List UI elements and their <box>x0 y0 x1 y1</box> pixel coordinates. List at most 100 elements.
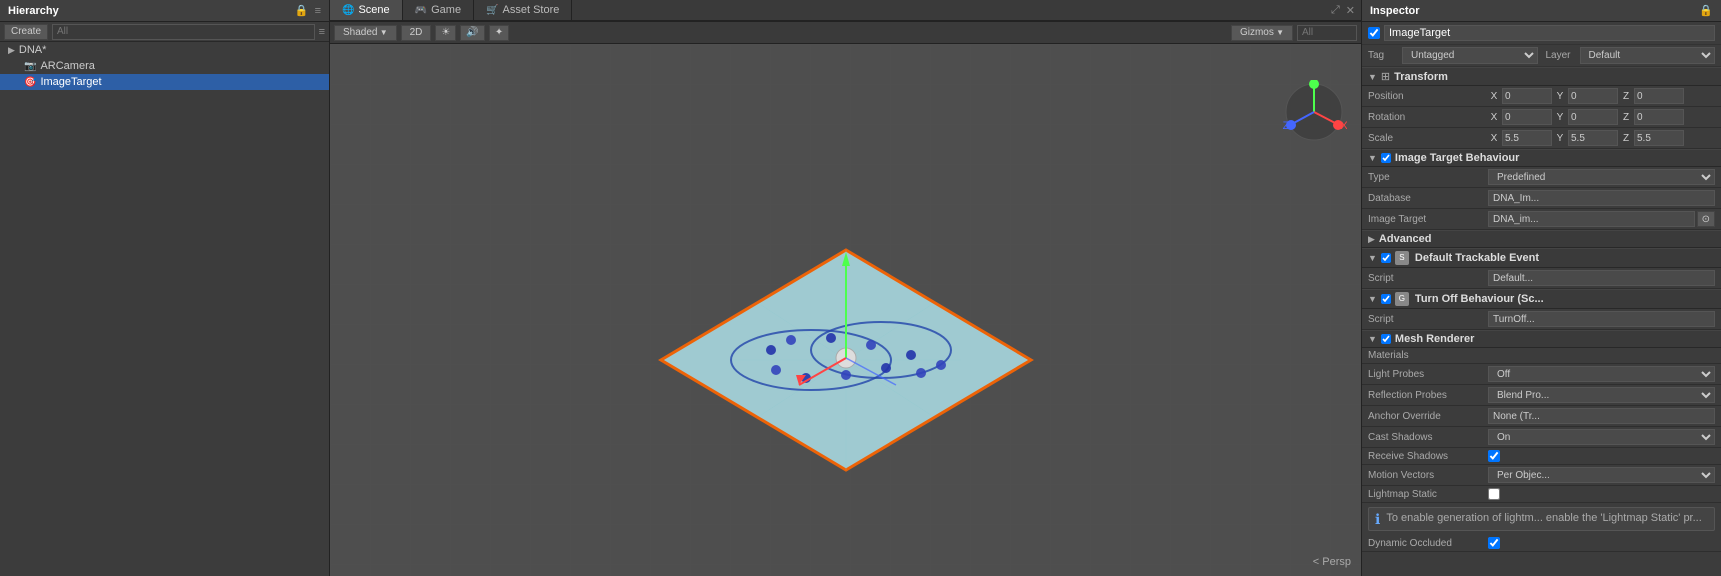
trackable-active-check[interactable] <box>1381 253 1391 263</box>
dynamic-occluded-checkbox[interactable] <box>1488 537 1500 549</box>
inspector-panel: Tag Untagged Layer Default ▼ ⊞ Transform… <box>1361 22 1721 576</box>
layer-dropdown[interactable]: Default <box>1580 47 1716 64</box>
mesh-renderer-arrow: ▼ <box>1368 334 1377 344</box>
receive-shadows-checkbox[interactable] <box>1488 450 1500 462</box>
object-name-field[interactable] <box>1384 25 1715 41</box>
mesh-renderer-section[interactable]: ▼ Mesh Renderer <box>1362 330 1721 348</box>
hierarchy-item-imagetarget[interactable]: 🎯 ImageTarget <box>0 74 329 90</box>
scale-prop: Scale X Y Z <box>1362 128 1721 149</box>
position-y[interactable] <box>1568 88 1618 104</box>
image-target-label: Image Target Behaviour <box>1395 152 1520 164</box>
rotation-z[interactable] <box>1634 109 1684 125</box>
motion-vectors-label: Motion Vectors <box>1368 470 1488 481</box>
mesh-renderer-active-check[interactable] <box>1381 334 1391 344</box>
position-x[interactable] <box>1502 88 1552 104</box>
shading-dropdown[interactable]: Shaded <box>334 25 397 41</box>
inspector-body: Tag Untagged Layer Default ▼ ⊞ Transform… <box>1362 22 1721 576</box>
info-box: ℹ To enable generation of lightm... enab… <box>1368 507 1715 531</box>
hierarchy-item-dna[interactable]: ▶ DNA* <box>0 42 329 58</box>
scene-close-icon[interactable]: ✕ <box>1346 4 1355 17</box>
motion-vectors-dropdown[interactable]: Per Objec... <box>1488 467 1715 483</box>
rotation-y[interactable] <box>1568 109 1618 125</box>
transform-icon: ⊞ <box>1381 70 1390 83</box>
default-trackable-section[interactable]: ▼ S Default Trackable Event <box>1362 248 1721 268</box>
image-target-prop: Image Target ⊙ <box>1362 209 1721 230</box>
image-target-active-check[interactable] <box>1381 153 1391 163</box>
trackable-arrow: ▼ <box>1368 253 1377 263</box>
scene-search-input[interactable] <box>1297 25 1357 41</box>
fx-button[interactable]: ✦ <box>489 25 509 41</box>
scene-canvas[interactable]: Y X Z < Persp <box>330 44 1361 576</box>
scene-view[interactable]: Shaded 2D ☀ 🔊 ✦ Gizmos <box>330 22 1361 576</box>
rotation-x[interactable] <box>1502 109 1552 125</box>
game-tab[interactable]: 🎮 Game <box>403 0 474 20</box>
scene-maximize-icon[interactable]: ⤢ <box>1331 4 1340 17</box>
scene-tab[interactable]: 🌐 Scene <box>330 0 403 20</box>
position-prop: Position X Y Z <box>1362 86 1721 107</box>
position-values: X Y Z <box>1488 88 1715 104</box>
hierarchy-panel: Create ≡ ▶ DNA* 📷 ARCamera 🎯 ImageTarget <box>0 22 330 576</box>
scale-z[interactable] <box>1634 130 1684 146</box>
scale-x[interactable] <box>1502 130 1552 146</box>
trackable-label: Default Trackable Event <box>1415 252 1539 264</box>
image-target-field[interactable] <box>1488 211 1695 227</box>
lightmap-static-checkbox[interactable] <box>1488 488 1500 500</box>
tag-dropdown[interactable]: Untagged <box>1402 47 1538 64</box>
light-probes-dropdown[interactable]: Off <box>1488 366 1715 382</box>
transform-section[interactable]: ▼ ⊞ Transform <box>1362 67 1721 86</box>
scale-values: X Y Z <box>1488 130 1715 146</box>
cast-shadows-dropdown[interactable]: On <box>1488 429 1715 445</box>
object-name-row <box>1362 22 1721 45</box>
image-target-browse-btn[interactable]: ⊙ <box>1697 211 1715 227</box>
trackable-script-prop: Script <box>1362 268 1721 289</box>
hierarchy-search-input[interactable] <box>52 24 315 40</box>
lighting-button[interactable]: ☀ <box>435 25 456 41</box>
axis-gizmo: Y X Z <box>1282 80 1347 145</box>
reflection-probes-prop: Reflection Probes Blend Pro... <box>1362 385 1721 406</box>
light-probes-prop: Light Probes Off <box>1362 364 1721 385</box>
reflection-probes-dropdown[interactable]: Blend Pro... <box>1488 387 1715 403</box>
materials-prop: Materials <box>1362 348 1721 364</box>
turnoff-section[interactable]: ▼ G Turn Off Behaviour (Sc... <box>1362 289 1721 309</box>
hierarchy-item-arcamera[interactable]: 📷 ARCamera <box>0 58 329 74</box>
gizmos-dropdown[interactable]: Gizmos <box>1231 25 1293 41</box>
dynamic-occluded-prop: Dynamic Occluded <box>1362 535 1721 552</box>
hierarchy-tab[interactable]: Hierarchy <box>8 5 59 17</box>
turnoff-active-check[interactable] <box>1381 294 1391 304</box>
2d-button[interactable]: 2D <box>401 25 432 41</box>
advanced-section[interactable]: ▶ Advanced <box>1362 230 1721 248</box>
anchor-override-field[interactable] <box>1488 408 1715 424</box>
dynamic-occluded-label: Dynamic Occluded <box>1368 538 1488 549</box>
type-label: Type <box>1368 172 1488 183</box>
create-button[interactable]: Create <box>4 24 48 40</box>
asset-store-tab[interactable]: 🛒 Asset Store <box>474 0 572 20</box>
hierarchy-options-icon[interactable]: ≡ <box>319 26 325 38</box>
inspector-tab[interactable]: Inspector <box>1370 5 1420 17</box>
transform-label: Transform <box>1394 71 1448 83</box>
reflection-probes-label: Reflection Probes <box>1368 390 1488 401</box>
trackable-script-icon: S <box>1395 251 1409 265</box>
audio-button[interactable]: 🔊 <box>460 25 484 41</box>
type-dropdown[interactable]: Predefined <box>1488 169 1715 185</box>
imagetarget-label: ImageTarget <box>40 76 101 88</box>
turnoff-script-field[interactable] <box>1488 311 1715 327</box>
lightmap-static-label: Lightmap Static <box>1368 489 1488 500</box>
scale-y[interactable] <box>1568 130 1618 146</box>
database-prop: Database <box>1362 188 1721 209</box>
database-field[interactable] <box>1488 190 1715 206</box>
turnoff-script-prop: Script <box>1362 309 1721 330</box>
inspector-lock-icon[interactable]: 🔒 <box>1699 4 1713 17</box>
arcamera-label: ARCamera <box>40 60 94 72</box>
image-target-section[interactable]: ▼ Image Target Behaviour <box>1362 149 1721 167</box>
svg-text:X: X <box>1340 120 1347 132</box>
turnoff-label: Turn Off Behaviour (Sc... <box>1415 293 1544 305</box>
hierarchy-menu-icon[interactable]: ≡ <box>315 5 321 17</box>
layer-label: Layer <box>1546 50 1576 61</box>
receive-shadows-label: Receive Shadows <box>1368 451 1488 462</box>
scene-tab-icon: 🌐 <box>342 5 354 16</box>
position-z[interactable] <box>1634 88 1684 104</box>
trackable-script-field[interactable] <box>1488 270 1715 286</box>
object-active-checkbox[interactable] <box>1368 27 1380 39</box>
position-label: Position <box>1368 91 1488 102</box>
lightmap-static-prop: Lightmap Static <box>1362 486 1721 503</box>
